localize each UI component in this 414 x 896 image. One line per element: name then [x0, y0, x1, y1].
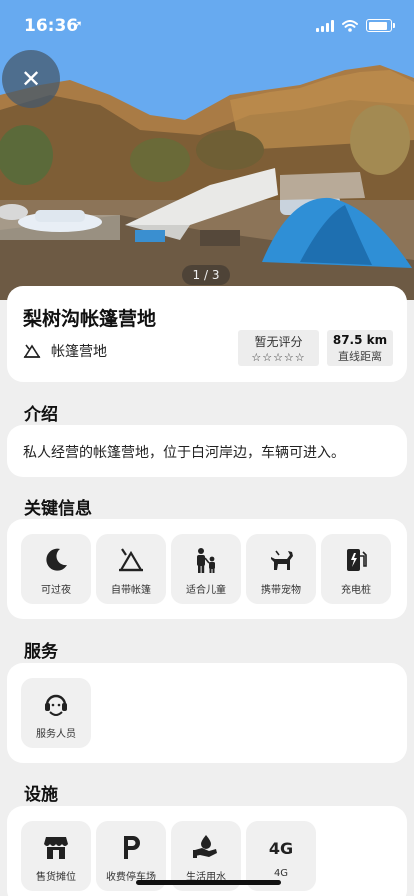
- location-arrow-icon: ➚: [72, 18, 83, 33]
- key-info-tile-own-tent[interactable]: 自带帐篷: [96, 534, 166, 604]
- key-info-card: 可过夜 自带帐篷 适合儿童 携带宠物 充电桩: [7, 519, 407, 619]
- facility-tile-stall[interactable]: 售货摊位: [21, 821, 91, 891]
- cellular-signal-icon: [316, 19, 334, 32]
- place-type: 帐篷营地: [51, 344, 107, 360]
- key-info-label: 携带宠物: [261, 585, 301, 596]
- ev-charger-icon: [347, 549, 367, 571]
- facility-label: 4G: [273, 868, 289, 879]
- rating-badge: 暂无评分 ☆☆☆☆☆: [238, 330, 319, 366]
- photo-pager: 1 / 3: [182, 265, 230, 285]
- intro-card: 私人经营的帐篷营地，位于白河岸边，车辆可进入。: [7, 425, 407, 477]
- tent-icon: [119, 548, 143, 572]
- home-indicator[interactable]: [136, 880, 281, 885]
- services-card: 服务人员: [7, 663, 407, 763]
- svg-text:4G: 4G: [269, 839, 293, 858]
- distance-label: 直线距离: [338, 350, 382, 363]
- wifi-icon: [342, 19, 358, 32]
- close-button[interactable]: ✕: [2, 50, 60, 108]
- parking-icon: [124, 836, 140, 859]
- key-info-label: 可过夜: [41, 585, 71, 596]
- key-info-tile-kids[interactable]: 适合儿童: [171, 534, 241, 604]
- dog-icon: [271, 550, 293, 570]
- distance-value: 87.5 km: [332, 333, 388, 347]
- place-name: 梨树沟帐篷营地: [23, 308, 157, 330]
- rating-text: 暂无评分: [254, 335, 303, 349]
- 4g-icon: 4G: [269, 839, 293, 858]
- distance-badge: 87.5 km 直线距离: [327, 330, 393, 366]
- place-type-row: 帐篷营地: [23, 341, 107, 361]
- services-tile-staff[interactable]: 服务人员: [21, 678, 91, 748]
- family-icon: [197, 548, 215, 573]
- battery-icon: [366, 19, 395, 32]
- key-info-section-title: 关键信息: [24, 499, 92, 519]
- close-icon: ✕: [20, 65, 42, 93]
- facility-label: 售货摊位: [36, 872, 76, 883]
- status-time: 16:36: [24, 16, 79, 36]
- key-info-tile-ev-charger[interactable]: 充电桩: [321, 534, 391, 604]
- stall-icon: [44, 837, 68, 859]
- key-info-label: 充电桩: [341, 585, 371, 596]
- status-bar: 16:36 ➚: [0, 0, 414, 50]
- tent-icon: [23, 344, 41, 358]
- facilities-section-title: 设施: [24, 785, 58, 805]
- place-summary-card: 梨树沟帐篷营地 帐篷营地 暂无评分 ☆☆☆☆☆ 87.5 km 直线距离: [7, 286, 407, 382]
- key-info-tile-overnight[interactable]: 可过夜: [21, 534, 91, 604]
- status-indicators: [316, 19, 395, 32]
- services-section-title: 服务: [24, 642, 58, 662]
- key-info-tile-pets[interactable]: 携带宠物: [246, 534, 316, 604]
- key-info-label: 适合儿童: [186, 585, 226, 596]
- intro-text: 私人经营的帐篷营地，位于白河岸边，车辆可进入。: [23, 445, 345, 461]
- rating-stars: ☆☆☆☆☆: [251, 351, 306, 364]
- moon-icon: [46, 548, 67, 571]
- intro-section-title: 介绍: [24, 405, 58, 425]
- water-icon: [193, 835, 217, 858]
- staff-icon: [45, 694, 67, 716]
- key-info-label: 自带帐篷: [111, 585, 151, 596]
- service-label: 服务人员: [36, 729, 76, 740]
